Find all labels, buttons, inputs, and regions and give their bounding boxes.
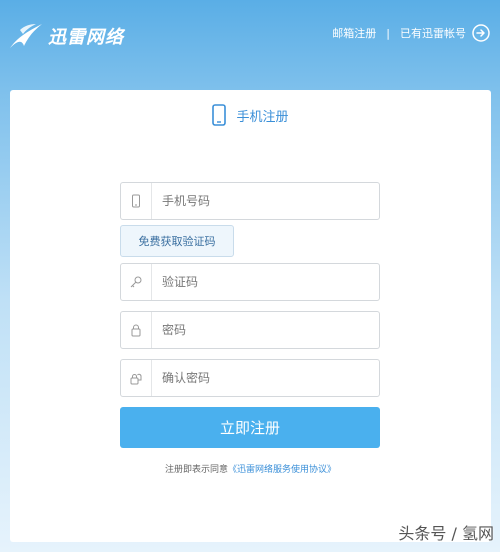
form-title: 手机注册 bbox=[10, 104, 491, 126]
key-icon bbox=[130, 276, 142, 288]
agreement-prefix: 注册即表示同意 bbox=[164, 465, 228, 475]
top-links: 邮箱注册 | 已有迅雷帐号 bbox=[332, 24, 490, 42]
register-card: 手机注册 免费获取验证码 bbox=[10, 90, 491, 542]
phone-input[interactable] bbox=[160, 183, 374, 219]
double-lock-icon bbox=[130, 373, 142, 385]
code-field bbox=[120, 263, 380, 301]
register-button[interactable]: 立即注册 bbox=[120, 407, 380, 448]
phone-field bbox=[120, 182, 380, 220]
thunder-bird-icon bbox=[10, 24, 42, 48]
watermark: 头条号 / 氢网 bbox=[398, 524, 494, 543]
header: 迅雷网络 邮箱注册 | 已有迅雷帐号 bbox=[0, 0, 500, 90]
phone-outline-icon bbox=[132, 194, 140, 208]
logo-text: 迅雷网络 bbox=[48, 27, 124, 48]
link-separator: | bbox=[386, 26, 390, 40]
agreement-link[interactable]: 《迅雷网络服务使用协议》 bbox=[228, 465, 336, 475]
mobile-phone-icon bbox=[212, 104, 227, 126]
agreement-line: 注册即表示同意《迅雷网络服务使用协议》 bbox=[10, 462, 491, 475]
confirm-password-field bbox=[120, 359, 380, 397]
email-register-link[interactable]: 邮箱注册 bbox=[332, 25, 376, 41]
password-field bbox=[120, 311, 380, 349]
confirm-password-input[interactable] bbox=[160, 360, 374, 396]
form-title-text: 手机注册 bbox=[236, 109, 289, 125]
have-account-link[interactable]: 已有迅雷帐号 bbox=[400, 25, 466, 41]
lock-icon bbox=[131, 324, 141, 337]
password-input[interactable] bbox=[160, 312, 374, 348]
code-input[interactable] bbox=[160, 264, 374, 300]
logo[interactable]: 迅雷网络 bbox=[8, 18, 124, 54]
get-code-button[interactable]: 免费获取验证码 bbox=[120, 225, 234, 257]
arrow-right-circle-icon[interactable] bbox=[472, 24, 490, 42]
